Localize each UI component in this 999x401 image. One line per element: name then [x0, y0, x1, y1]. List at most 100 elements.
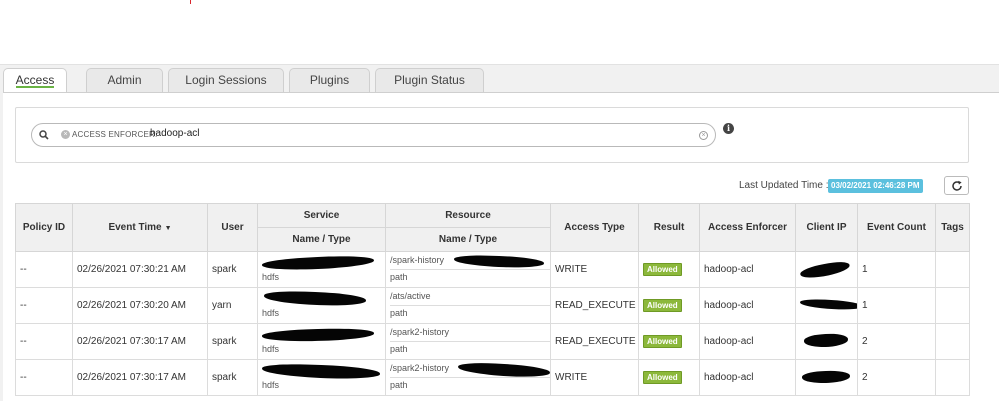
clear-search-icon[interactable]: ×	[699, 131, 708, 140]
service-type: hdfs	[262, 272, 280, 282]
col-policy-id-label: Policy ID	[22, 222, 66, 233]
result-badge: Allowed	[643, 263, 682, 276]
facet-label: ACCESS ENFORCER:	[72, 130, 158, 139]
col-access-enforcer[interactable]: Access Enforcer	[699, 203, 796, 252]
service-type: hdfs	[262, 380, 280, 390]
red-mark	[190, 0, 191, 4]
cell-resource: /spark-history path	[385, 251, 551, 288]
cell-user: spark	[207, 359, 258, 396]
resource-divider	[390, 269, 550, 270]
resource-type: path	[390, 272, 408, 282]
resource-name: /spark-history	[390, 255, 445, 265]
redacted-service-name	[261, 327, 375, 343]
refresh-button[interactable]	[944, 176, 969, 195]
last-updated-label: Last Updated Time :	[739, 180, 829, 191]
redacted-resource-suffix	[457, 361, 550, 379]
col-group-resource: Resource	[385, 203, 551, 228]
col-service-name-type[interactable]: Name / Type	[257, 227, 386, 252]
col-group-service: Service	[257, 203, 386, 228]
col-event-time[interactable]: Event Time ▼	[72, 203, 208, 252]
cell-policy-id: --	[15, 287, 73, 324]
cell-policy-id: --	[15, 323, 73, 360]
cell-access-enforcer: hadoop-acl	[699, 251, 796, 288]
cell-tags	[935, 359, 970, 396]
cell-event-count: 2	[857, 359, 936, 396]
cell-user: spark	[207, 251, 258, 288]
service-type: hdfs	[262, 344, 280, 354]
cell-event-count: 1	[857, 287, 936, 324]
col-user[interactable]: User	[207, 203, 258, 252]
audit-table: Policy ID Event Time ▼ User Service Resou…	[15, 203, 970, 396]
cell-result: Allowed	[638, 251, 700, 288]
tab-login-sessions[interactable]: Login Sessions	[168, 68, 284, 92]
col-service-name-type-label: Name / Type	[292, 234, 351, 245]
col-access-type[interactable]: Access Type	[550, 203, 639, 252]
cell-service: hdfs	[257, 359, 386, 396]
cell-result: Allowed	[638, 359, 700, 396]
col-tags: Tags	[935, 203, 970, 252]
tab-admin[interactable]: Admin	[86, 68, 163, 92]
resource-divider	[390, 341, 550, 342]
cell-event-time: 02/26/2021 07:30:21 AM	[72, 251, 208, 288]
col-group-service-label: Service	[303, 210, 340, 221]
cell-access-type: WRITE	[550, 251, 639, 288]
refresh-icon	[952, 180, 962, 191]
cell-service: hdfs	[257, 323, 386, 360]
resource-name: /spark2-history	[390, 363, 450, 373]
resource-name: /spark2-history	[390, 327, 450, 337]
table-row[interactable]: -- 02/26/2021 07:30:17 AM spark hdfs /sp…	[15, 359, 970, 396]
cell-access-enforcer: hadoop-acl	[699, 287, 796, 324]
redacted-client-ip	[803, 332, 849, 349]
col-group-resource-label: Resource	[445, 210, 491, 221]
cell-access-type: WRITE	[550, 359, 639, 396]
cell-resource: /spark2-history path	[385, 323, 551, 360]
info-icon[interactable]: i	[723, 123, 734, 134]
cell-tags	[935, 323, 970, 360]
cell-policy-id: --	[15, 359, 73, 396]
tab-admin-label: Admin	[107, 73, 142, 87]
cell-service: hdfs	[257, 287, 386, 324]
cell-tags	[935, 251, 970, 288]
col-event-count-label: Event Count	[867, 222, 926, 233]
redacted-service-name	[261, 254, 375, 272]
redacted-client-ip	[801, 369, 851, 385]
col-policy-id[interactable]: Policy ID	[15, 203, 73, 252]
table-row[interactable]: -- 02/26/2021 07:30:17 AM spark hdfs /sp…	[15, 323, 970, 360]
tab-plugins[interactable]: Plugins	[289, 68, 370, 92]
col-result-label: Result	[653, 222, 685, 233]
result-badge: Allowed	[643, 299, 682, 312]
cell-client-ip	[795, 251, 858, 288]
resource-name: /ats/active	[390, 291, 431, 301]
cell-tags	[935, 287, 970, 324]
redacted-client-ip	[799, 258, 851, 282]
col-result[interactable]: Result	[638, 203, 700, 252]
cell-event-count: 2	[857, 323, 936, 360]
resource-divider	[390, 377, 550, 378]
tab-access[interactable]: Access	[3, 68, 67, 92]
tab-plugin-status[interactable]: Plugin Status	[375, 68, 484, 92]
cell-access-type: READ_EXECUTE	[550, 287, 639, 324]
cell-event-count: 1	[857, 251, 936, 288]
remove-facet-icon[interactable]: ×	[61, 130, 70, 139]
col-client-ip-label: Client IP	[806, 222, 847, 233]
col-event-count[interactable]: Event Count	[857, 203, 936, 252]
cell-client-ip	[795, 287, 858, 324]
cell-access-enforcer: hadoop-acl	[699, 359, 796, 396]
cell-result: Allowed	[638, 323, 700, 360]
result-badge: Allowed	[643, 371, 682, 384]
col-resource-name-type-label: Name / Type	[438, 234, 498, 245]
cell-access-enforcer: hadoop-acl	[699, 323, 796, 360]
col-client-ip[interactable]: Client IP	[795, 203, 858, 252]
sort-desc-icon[interactable]: ▼	[165, 225, 172, 232]
tab-login-sessions-label: Login Sessions	[185, 73, 267, 87]
active-tab-indicator	[16, 86, 54, 88]
table-row[interactable]: -- 02/26/2021 07:30:20 AM yarn hdfs /ats…	[15, 287, 970, 324]
col-resource-name-type[interactable]: Name / Type	[385, 227, 551, 252]
table-row[interactable]: -- 02/26/2021 07:30:21 AM spark hdfs /sp…	[15, 251, 970, 288]
facet-value[interactable]: hadoop-acl	[150, 128, 199, 139]
col-user-label: User	[221, 222, 244, 233]
resource-type: path	[390, 344, 408, 354]
cell-client-ip	[795, 359, 858, 396]
redacted-resource-suffix	[453, 254, 545, 269]
cell-resource: /spark2-history path	[385, 359, 551, 396]
